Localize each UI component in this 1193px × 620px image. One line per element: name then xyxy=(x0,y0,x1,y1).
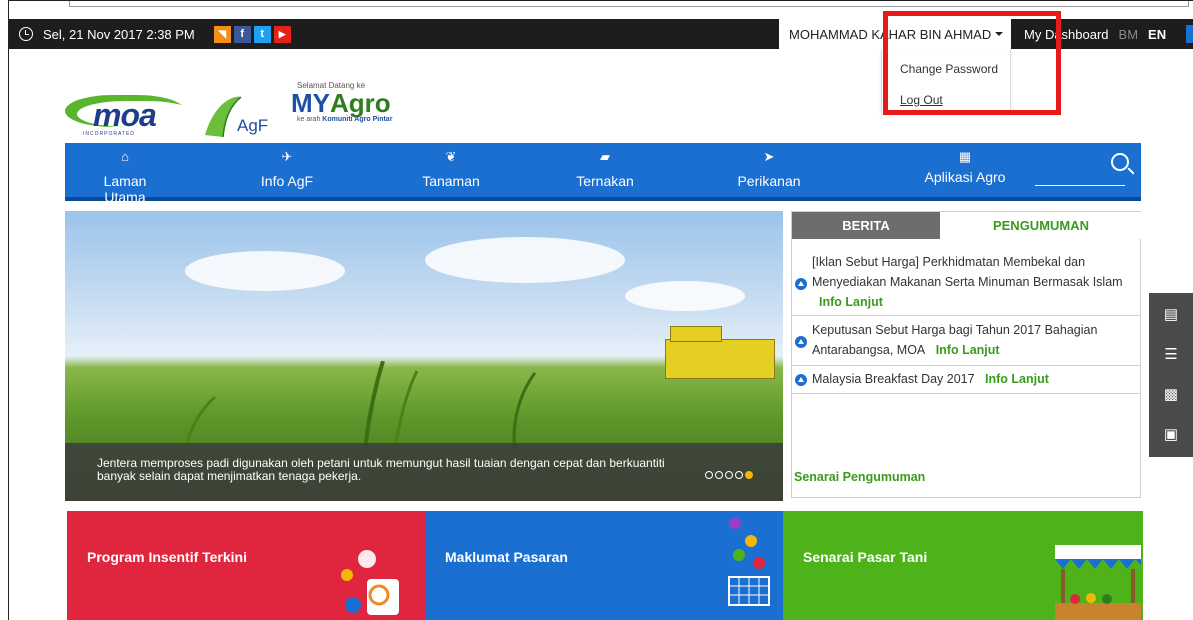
info-lanjut-link[interactable]: Info Lanjut xyxy=(819,295,883,309)
slide-indicators xyxy=(705,471,755,479)
bullet-icon xyxy=(795,278,807,290)
lang-bm[interactable]: BM xyxy=(1119,27,1139,42)
cloud xyxy=(625,281,745,311)
cow-icon: ▰ xyxy=(600,149,610,164)
top-bar-left: Sel, 21 Nov 2017 2:38 PM ◥ f t ▶ xyxy=(19,19,291,49)
info-lanjut-link[interactable]: Info Lanjut xyxy=(985,372,1049,386)
tagline-bold: Komuniti Agro Pintar xyxy=(322,116,393,123)
news-item: Keputusan Sebut Harga bagi Tahun 2017 Ba… xyxy=(792,316,1140,366)
bullet-icon xyxy=(795,374,807,386)
hero-caption: Jentera memproses padi digunakan oleh pe… xyxy=(97,456,665,483)
news-icon[interactable]: ▣ xyxy=(1161,425,1181,445)
agf-leaf-icon: ✈ xyxy=(281,149,293,164)
nav-label: Ternakan xyxy=(576,173,634,189)
tagline: ke arah Komuniti Agro Pintar xyxy=(297,116,431,123)
info-lanjut-link[interactable]: Info Lanjut xyxy=(936,343,1000,357)
hero-caption-bar: Jentera memproses padi digunakan oleh pe… xyxy=(65,443,783,501)
moa-logo-text: moa xyxy=(93,97,157,133)
search-icon[interactable] xyxy=(1111,153,1129,171)
bullet-icon xyxy=(795,336,807,348)
tagline-prefix: ke arah xyxy=(297,116,323,123)
cloud xyxy=(425,237,625,283)
slide-dot[interactable] xyxy=(705,471,713,479)
news-panel: BERITA PENGUMUMAN [Iklan Sebut Harga] Pe… xyxy=(791,211,1142,498)
highlight-box xyxy=(883,11,1061,115)
card-title: Program Insentif Terkini xyxy=(87,549,247,565)
news-item-title[interactable]: Malaysia Breakfast Day 2017 xyxy=(812,372,975,386)
cart-illustration xyxy=(728,517,770,606)
address-bar-strip xyxy=(69,1,1189,7)
date-time: Sel, 21 Nov 2017 2:38 PM xyxy=(43,26,195,42)
card-title: Maklumat Pasaran xyxy=(445,549,568,565)
browser-viewport: Sel, 21 Nov 2017 2:38 PM ◥ f t ▶ MOHAMMA… xyxy=(8,0,1193,620)
sprout-icon: ❦ xyxy=(445,149,457,164)
myagro-logo[interactable]: Selamat Datang ke MYAgro ke arah Komunit… xyxy=(291,81,431,136)
nav-label: Perikanan xyxy=(737,173,801,189)
news-item-title[interactable]: [Iklan Sebut Harga] Perkhidmatan Membeka… xyxy=(812,255,1123,289)
nav-aplikasi-agro[interactable]: ▦ Aplikasi Agro xyxy=(915,149,1015,185)
nav-label: Info AgF xyxy=(260,173,314,189)
lang-en[interactable]: EN xyxy=(1148,27,1166,42)
news-item: Malaysia Breakfast Day 2017 Info Lanjut xyxy=(792,366,1140,394)
nav-laman-utama[interactable]: ⌂ Laman Utama xyxy=(85,149,165,205)
slide-dot[interactable] xyxy=(735,471,743,479)
brand-my: MY xyxy=(291,88,330,118)
tab-pengumuman[interactable]: PENGUMUMAN xyxy=(940,212,1142,239)
clock-icon xyxy=(19,27,33,41)
youtube-icon[interactable]: ▶ xyxy=(273,25,291,43)
slide-dot[interactable] xyxy=(715,471,723,479)
search-input[interactable] xyxy=(1035,185,1125,186)
list-icon[interactable]: ☰ xyxy=(1161,345,1181,365)
tab-berita[interactable]: BERITA xyxy=(792,212,940,239)
cloud xyxy=(185,251,345,291)
main-nav: ⌂ Laman Utama ✈ Info AgF ❦ Tanaman ▰ Ter… xyxy=(65,143,1141,205)
nav-perikanan[interactable]: ➤ Perikanan xyxy=(729,149,809,189)
nav-label: Aplikasi Agro xyxy=(924,169,1006,185)
myagro-brand: MYAgro xyxy=(291,90,431,116)
apps-grid-icon: ▦ xyxy=(958,149,972,164)
feedback-icon[interactable]: ▤ xyxy=(1161,305,1181,325)
hero-slider[interactable]: Jentera memproses padi digunakan oleh pe… xyxy=(65,211,783,501)
news-item-text: [Iklan Sebut Harga] Perkhidmatan Membeka… xyxy=(812,252,1137,312)
news-item-text: Malaysia Breakfast Day 2017 Info Lanjut xyxy=(812,369,1137,389)
incentive-illustration xyxy=(341,550,399,615)
side-toolbar: ▤ ☰ ▩ ▣ xyxy=(1149,293,1193,457)
nav-label: Laman Utama xyxy=(103,173,147,205)
nav-label: Tanaman xyxy=(422,173,480,189)
slide-dot-active[interactable] xyxy=(745,471,753,479)
card-senarai-pasar-tani[interactable]: Senarai Pasar Tani xyxy=(783,511,1143,620)
nav-ternakan[interactable]: ▰ Ternakan xyxy=(565,149,645,189)
twitter-icon[interactable]: t xyxy=(253,25,271,43)
card-maklumat-pasaran[interactable]: Maklumat Pasaran xyxy=(425,511,783,620)
brand-agro: Agro xyxy=(330,88,391,118)
fish-icon: ➤ xyxy=(763,149,775,164)
nav-info-agf[interactable]: ✈ Info AgF xyxy=(247,149,327,189)
market-stall-illustration xyxy=(1055,545,1141,620)
harvester-image xyxy=(665,326,775,379)
news-item: [Iklan Sebut Harga] Perkhidmatan Membeka… xyxy=(792,250,1140,316)
agf-logo[interactable]: AgF xyxy=(201,91,273,143)
qr-code-icon[interactable]: ▩ xyxy=(1161,385,1181,405)
facebook-icon[interactable]: f xyxy=(233,25,251,43)
card-program-insentif[interactable]: Program Insentif Terkini xyxy=(67,511,425,620)
card-title: Senarai Pasar Tani xyxy=(803,549,928,565)
edge-button[interactable] xyxy=(1186,25,1193,43)
news-item-text: Keputusan Sebut Harga bagi Tahun 2017 Ba… xyxy=(812,320,1137,360)
rss-icon[interactable]: ◥ xyxy=(213,25,231,43)
moa-logo-sub: INCORPORATED xyxy=(83,131,135,137)
senarai-pengumuman-link[interactable]: Senarai Pengumuman xyxy=(794,470,925,484)
agf-logo-text: AgF xyxy=(237,116,268,135)
nav-tanaman[interactable]: ❦ Tanaman xyxy=(411,149,491,189)
slide-dot[interactable] xyxy=(725,471,733,479)
home-icon: ⌂ xyxy=(121,149,129,164)
moa-logo[interactable]: moa INCORPORATED xyxy=(65,91,205,141)
